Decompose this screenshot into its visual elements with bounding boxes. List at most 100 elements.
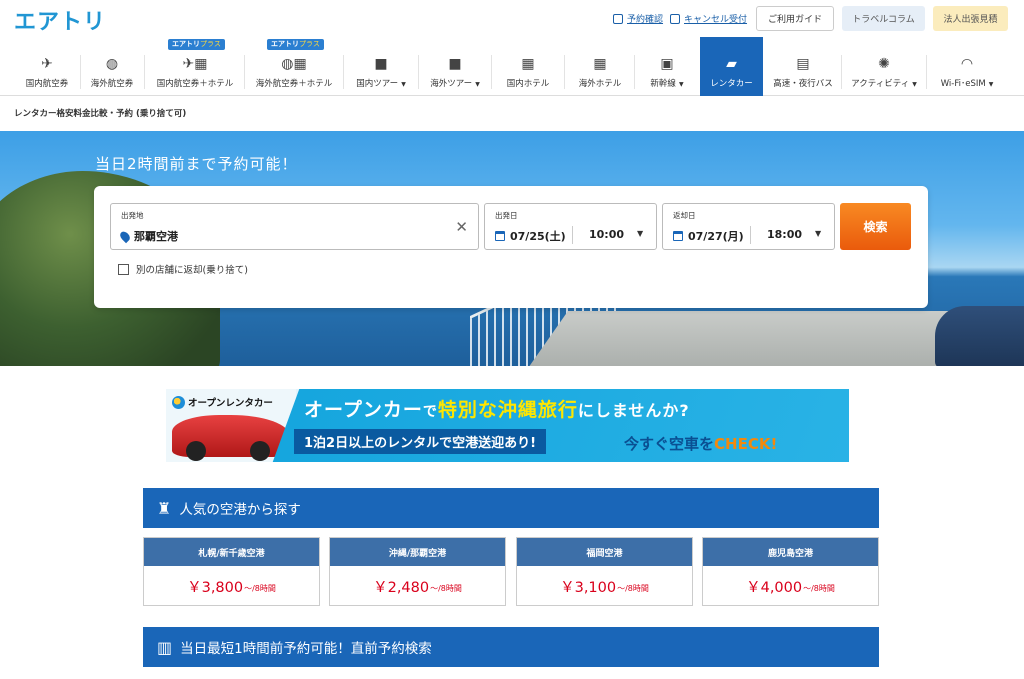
- open-car-promo-banner[interactable]: オープンレンタカー オープンカーで特別な沖縄旅行にしませんか? 1泊2日以上のレ…: [166, 389, 849, 462]
- nav-label: 国内ツアー ▼: [356, 77, 406, 89]
- plus-badge-prefix: エアトリ: [271, 40, 299, 48]
- book-icon: ▥: [157, 637, 173, 657]
- brand-logo-icon: [172, 395, 185, 409]
- departure-time-select[interactable]: 10:00: [589, 228, 624, 241]
- cancel-link[interactable]: キャンセル受付: [670, 12, 747, 25]
- section-title: 人気の空港から探す: [179, 502, 301, 518]
- airplane-icon: ✈: [41, 56, 53, 72]
- chevron-down-icon: ▼: [475, 81, 480, 88]
- logo[interactable]: エアトリ: [14, 4, 106, 36]
- banner-headline-highlight: 特別な沖縄旅行: [437, 399, 578, 421]
- price-value: ￥4,000: [746, 579, 803, 596]
- airport-name: 福岡空港: [517, 538, 692, 566]
- control-tower-icon: ♜: [157, 498, 172, 518]
- return-label: 返却日: [673, 211, 696, 220]
- nav-bus[interactable]: ▤ 高速・夜行バス: [768, 37, 838, 96]
- nav-international-hotel[interactable]: ▦ 海外ホテル: [568, 37, 632, 96]
- airport-card-kagoshima[interactable]: 鹿児島空港 ￥4,000 ～/8時間: [702, 537, 879, 606]
- pickup-location-field[interactable]: 出発地 那覇空港 ✕: [110, 203, 479, 250]
- breadcrumb: レンタカー格安料金比較・予約 (乗り捨て可): [14, 109, 187, 119]
- nav-international-tour[interactable]: ■ 海外ツアー ▼: [422, 37, 488, 96]
- nav-label: 高速・夜行バス: [773, 79, 833, 89]
- calendar-icon: [673, 231, 683, 241]
- nav-label-text: 国内ツアー: [356, 79, 399, 89]
- price-value: ￥3,100: [560, 579, 617, 596]
- departure-label: 出発日: [495, 211, 518, 220]
- airport-card-fukuoka[interactable]: 福岡空港 ￥3,100 ～/8時間: [516, 537, 693, 606]
- banner-headline: オープンカーで特別な沖縄旅行にしませんか?: [304, 395, 690, 422]
- banner-headline-part: で: [422, 404, 438, 420]
- departure-datetime-field[interactable]: 出発日 07/25(土) 10:00 ▼: [484, 203, 657, 250]
- building-icon: ▦: [521, 56, 535, 72]
- banner-brand: オープンレンタカー: [188, 398, 273, 409]
- nav-wifi-esim[interactable]: ◠ Wi-Fi･eSIM ▼: [930, 37, 1004, 96]
- nav-activity[interactable]: ✺ アクティビティ ▼: [845, 37, 923, 96]
- nav-international-flight-hotel[interactable]: エアトリプラス ◍▦ 海外航空券＋ホテル: [248, 37, 340, 96]
- nav-divider: [491, 55, 492, 89]
- nav-rental-car[interactable]: ▰ レンタカー: [700, 37, 763, 96]
- chevron-down-icon: ▼: [912, 81, 917, 88]
- nav-divider: [841, 55, 842, 89]
- nav-label: 新幹線 ▼: [650, 77, 683, 89]
- chevron-down-icon: ▼: [988, 81, 994, 88]
- nav-divider: [80, 55, 81, 89]
- nav-label: アクティビティ ▼: [851, 77, 917, 89]
- plus-badge: エアトリプラス: [267, 39, 324, 50]
- airport-name: 札幌/新千歳空港: [144, 538, 319, 566]
- hero-background-car: [935, 306, 1024, 366]
- search-panel: 出発地 那覇空港 ✕ 出発日 07/25(土) 10:00 ▼ 返却日 07/2…: [94, 186, 928, 308]
- activity-icon: ✺: [878, 56, 890, 72]
- nav-divider: [564, 55, 565, 89]
- nav-domestic-tour[interactable]: ■ 国内ツアー ▼: [347, 37, 415, 96]
- clear-icon[interactable]: ✕: [455, 218, 468, 236]
- nav-label: 国内ホテル: [506, 79, 550, 89]
- nav-divider: [343, 55, 344, 89]
- nav-label: 海外航空券: [90, 79, 134, 89]
- chevron-down-icon: ▼: [678, 81, 684, 88]
- nav-domestic-hotel[interactable]: ▦ 国内ホテル: [495, 37, 561, 96]
- dropoff-different-store-checkbox[interactable]: 別の店舗に返却(乗り捨て): [118, 262, 248, 276]
- nav-label: レンタカー: [710, 79, 753, 89]
- airport-name: 沖縄/那覇空港: [330, 538, 505, 566]
- popular-airports-heading: ♜ 人気の空港から探す: [143, 488, 879, 528]
- nav-domestic-flight[interactable]: ✈ 国内航空券: [16, 37, 78, 96]
- main-nav: ✈ 国内航空券 ◍ 海外航空券 エアトリプラス ✈▦ 国内航空券＋ホテル エアト…: [0, 37, 1024, 96]
- chevron-down-icon: ▼: [637, 229, 644, 238]
- cancel-label: キャンセル受付: [684, 15, 748, 25]
- airport-card-naha[interactable]: 沖縄/那覇空港 ￥2,480 ～/8時間: [329, 537, 506, 606]
- nav-domestic-flight-hotel[interactable]: エアトリプラス ✈▦ 国内航空券＋ホテル: [148, 37, 242, 96]
- search-button[interactable]: 検索: [840, 203, 911, 250]
- checkbox-label: 別の店舗に返却(乗り捨て): [136, 265, 248, 276]
- return-date[interactable]: 07/27(月): [688, 228, 744, 244]
- guide-button[interactable]: ご利用ガイド: [756, 6, 834, 31]
- airport-price: ￥2,480 ～/8時間: [330, 566, 505, 606]
- plus-badge-suffix: プラス: [299, 40, 320, 48]
- nav-label-text: Wi-Fi･eSIM: [940, 79, 986, 89]
- suitcase-icon: ■: [448, 56, 462, 72]
- price-unit: ～/8時間: [244, 583, 276, 593]
- plane-hotel-icon: ✈▦: [182, 56, 208, 72]
- corporate-quote-button[interactable]: 法人出張見積: [933, 6, 1008, 31]
- departure-date[interactable]: 07/25(土): [510, 228, 566, 244]
- plus-badge-suffix: プラス: [200, 40, 221, 48]
- calendar-x-icon: [670, 13, 680, 24]
- return-time-select[interactable]: 18:00: [767, 228, 802, 241]
- banner-logo: オープンレンタカー: [172, 395, 273, 409]
- header: エアトリ 予約確認 キャンセル受付 ご利用ガイド トラベルコラム 法人出張見積: [0, 0, 1024, 36]
- train-icon: ▣: [660, 56, 674, 72]
- checkbox[interactable]: [118, 263, 129, 275]
- price-unit: ～/8時間: [617, 583, 649, 593]
- banner-headline-part: オープンカー: [304, 399, 423, 421]
- nav-international-flight[interactable]: ◍ 海外航空券: [84, 37, 140, 96]
- nav-shinkansen[interactable]: ▣ 新幹線 ▼: [638, 37, 696, 96]
- return-datetime-field[interactable]: 返却日 07/27(月) 18:00 ▼: [662, 203, 835, 250]
- banner-cta-highlight: CHECK!: [714, 435, 778, 453]
- travel-column-button[interactable]: トラベルコラム: [842, 6, 925, 31]
- reservation-check-link[interactable]: 予約確認: [613, 12, 663, 25]
- airport-card-sapporo[interactable]: 札幌/新千歳空港 ￥3,800 ～/8時間: [143, 537, 320, 606]
- airport-price: ￥3,800 ～/8時間: [144, 566, 319, 606]
- bus-icon: ▤: [796, 56, 810, 72]
- nav-divider: [634, 55, 635, 89]
- section-title: 当日最短1時間前予約可能！直前予約検索: [180, 641, 432, 657]
- nav-divider: [926, 55, 927, 89]
